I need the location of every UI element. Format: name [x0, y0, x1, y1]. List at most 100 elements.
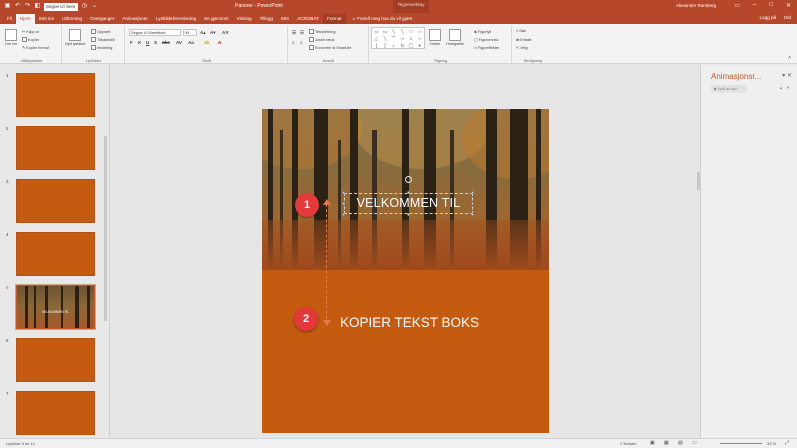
- tab-slideshow[interactable]: Lysbildefremvisning: [152, 14, 200, 24]
- scrollbar-thumb[interactable]: [104, 136, 107, 321]
- title-textbox[interactable]: VELKOMMEN TIL: [344, 193, 473, 214]
- font-size-select[interactable]: 54: [183, 29, 197, 36]
- move-up-icon[interactable]: ▲: [779, 85, 783, 90]
- text-direction-button[interactable]: Tekstretning: [309, 29, 335, 34]
- section-button[interactable]: Inndeling: [91, 45, 112, 50]
- resize-handle[interactable]: [471, 202, 474, 205]
- copy-button[interactable]: Kopier: [22, 37, 39, 42]
- font-color-icon[interactable]: A: [218, 40, 221, 45]
- shape-arrow-icon[interactable]: ↻: [398, 42, 407, 49]
- format-painter-button[interactable]: ✎ Kopier format: [22, 45, 49, 51]
- signin-link[interactable]: Logg på: [759, 15, 776, 20]
- numbering-icon[interactable]: ☷: [300, 30, 304, 36]
- shape-rect-icon[interactable]: ▭: [381, 28, 390, 35]
- shape-fill-button[interactable]: ◈ Figurfyll: [474, 29, 491, 35]
- ribbon-display-icon[interactable]: ▭: [734, 2, 740, 9]
- strikethrough-icon[interactable]: abc: [162, 40, 170, 45]
- font-name-select[interactable]: Segoe UI Semibold: [129, 29, 181, 36]
- redo-icon[interactable]: ↷: [24, 3, 31, 10]
- share-button[interactable]: Del: [784, 15, 791, 20]
- tab-mix[interactable]: MIX: [277, 14, 293, 24]
- shape-brace-icon[interactable]: {: [372, 42, 381, 49]
- qat-font-box[interactable]: Segoe UI Sem: [44, 2, 78, 11]
- close-icon[interactable]: ▾ ✕: [782, 72, 792, 79]
- arrange-button[interactable]: Ordne: [429, 29, 441, 46]
- resize-handle[interactable]: [342, 191, 345, 194]
- replace-button[interactable]: ⇄ Erstatt: [516, 37, 531, 43]
- shape-ellipse-icon[interactable]: ○: [415, 28, 424, 35]
- fit-to-window-icon[interactable]: ⤢: [785, 440, 789, 446]
- shape-triangle-icon[interactable]: △: [372, 35, 381, 42]
- shapes-gallery[interactable]: ▭ ▭ ╲ ╲ □ ○ △ ╲ ⌒ ⇨ ⇩ ☆ {} ☆ ↻ ◯ ▾: [371, 27, 425, 49]
- reading-view-icon[interactable]: ▤: [678, 440, 683, 446]
- change-case-icon[interactable]: Aa: [188, 40, 194, 45]
- shape-ellipse-icon[interactable]: ◯: [407, 42, 416, 49]
- shape-rect-icon[interactable]: ▭: [372, 28, 381, 35]
- tab-animations[interactable]: Animasjoner: [118, 14, 152, 24]
- zoom-slider[interactable]: [720, 443, 762, 444]
- shape-line-icon[interactable]: ╲: [398, 28, 407, 35]
- bold-icon[interactable]: F: [130, 40, 133, 45]
- notes-button[interactable]: ≡ Notater: [620, 441, 637, 446]
- rotate-handle-icon[interactable]: [405, 176, 412, 183]
- user-name[interactable]: Alexander Ramberg: [676, 3, 716, 8]
- tab-view[interactable]: Visning: [233, 14, 256, 24]
- slide-thumbnail-6[interactable]: [16, 338, 95, 382]
- slide-thumbnail-5[interactable]: VELKOMMEN TIL: [15, 284, 96, 330]
- sorter-view-icon[interactable]: ▦: [664, 440, 669, 446]
- collapse-ribbon-icon[interactable]: ˄: [788, 55, 791, 61]
- move-down-icon[interactable]: ▼: [786, 85, 790, 90]
- undo-icon[interactable]: ↶: [14, 3, 21, 10]
- play-all-button[interactable]: ▶ Spill av alle: [711, 85, 747, 93]
- tab-insert[interactable]: Sett inn: [35, 14, 59, 24]
- select-button[interactable]: ↖ Velg: [516, 45, 528, 51]
- smartart-button[interactable]: Konverter til SmartArt: [309, 45, 351, 50]
- tab-transitions[interactable]: Overganger: [86, 14, 118, 24]
- save-icon[interactable]: ▣: [4, 3, 11, 10]
- shadow-icon[interactable]: S: [154, 40, 157, 45]
- bullets-icon[interactable]: ☰: [292, 30, 296, 36]
- layout-button[interactable]: Oppsett: [91, 29, 110, 34]
- underline-icon[interactable]: U: [146, 40, 149, 45]
- tab-design[interactable]: Utforming: [58, 14, 86, 24]
- shape-effects-button[interactable]: ◇ Figureffekter: [474, 45, 499, 51]
- reset-button[interactable]: Tilbakestill: [91, 37, 115, 42]
- maximize-icon[interactable]: □: [769, 2, 773, 9]
- clock-icon[interactable]: ◷: [81, 3, 88, 10]
- tell-me-box[interactable]: ☼ Fortell meg hva du vil gjøre: [346, 14, 413, 24]
- slide-thumbnail-2[interactable]: [16, 126, 95, 170]
- resize-handle[interactable]: [471, 213, 474, 216]
- resize-handle[interactable]: [407, 191, 410, 194]
- shrink-font-icon[interactable]: A▾: [210, 30, 216, 36]
- align-center-icon[interactable]: ≡: [300, 40, 303, 45]
- thumbnail-scrollbar[interactable]: [103, 66, 108, 438]
- align-text-button[interactable]: Juster tekst: [309, 37, 334, 42]
- tab-file[interactable]: Fil: [3, 14, 16, 24]
- find-button[interactable]: ⌕ Søk: [516, 29, 526, 33]
- customize-qat-icon[interactable]: ⌄: [91, 3, 98, 10]
- grow-font-icon[interactable]: A▴: [200, 30, 206, 36]
- slide-thumbnail-7[interactable]: [16, 391, 95, 435]
- normal-view-icon[interactable]: ▣: [650, 440, 655, 446]
- new-slide-button[interactable]: Nytt lysbilde: [65, 29, 85, 46]
- shape-star-icon[interactable]: ☆: [389, 42, 398, 49]
- slide-thumbnail-4[interactable]: [16, 232, 95, 276]
- shape-line-icon[interactable]: ╲: [389, 28, 398, 35]
- tab-addins[interactable]: Tillegg: [256, 14, 277, 24]
- tab-review[interactable]: Se gjennom: [200, 14, 233, 24]
- slide-thumbnail-3[interactable]: [16, 179, 95, 223]
- resize-handle[interactable]: [471, 191, 474, 194]
- slideshow-view-icon[interactable]: ▭: [692, 440, 697, 446]
- slide-thumbnail-1[interactable]: [16, 73, 95, 117]
- resize-handle[interactable]: [342, 213, 345, 216]
- zoom-level[interactable]: 33 %: [767, 441, 776, 446]
- shape-star-icon[interactable]: ☆: [415, 35, 424, 42]
- shape-curve-icon[interactable]: ⌒: [389, 35, 398, 42]
- start-from-beginning-icon[interactable]: ◧: [34, 3, 41, 10]
- shape-outline-button[interactable]: ▢ Figuromriss: [474, 37, 498, 43]
- shape-rect-icon[interactable]: □: [407, 28, 416, 35]
- quick-styles-button[interactable]: Hurtigstiler: [446, 29, 464, 46]
- shape-brace-icon[interactable]: }: [381, 42, 390, 49]
- paste-button[interactable]: Lim inn: [5, 29, 17, 46]
- cut-button[interactable]: ✂ Klipp ut: [22, 29, 39, 35]
